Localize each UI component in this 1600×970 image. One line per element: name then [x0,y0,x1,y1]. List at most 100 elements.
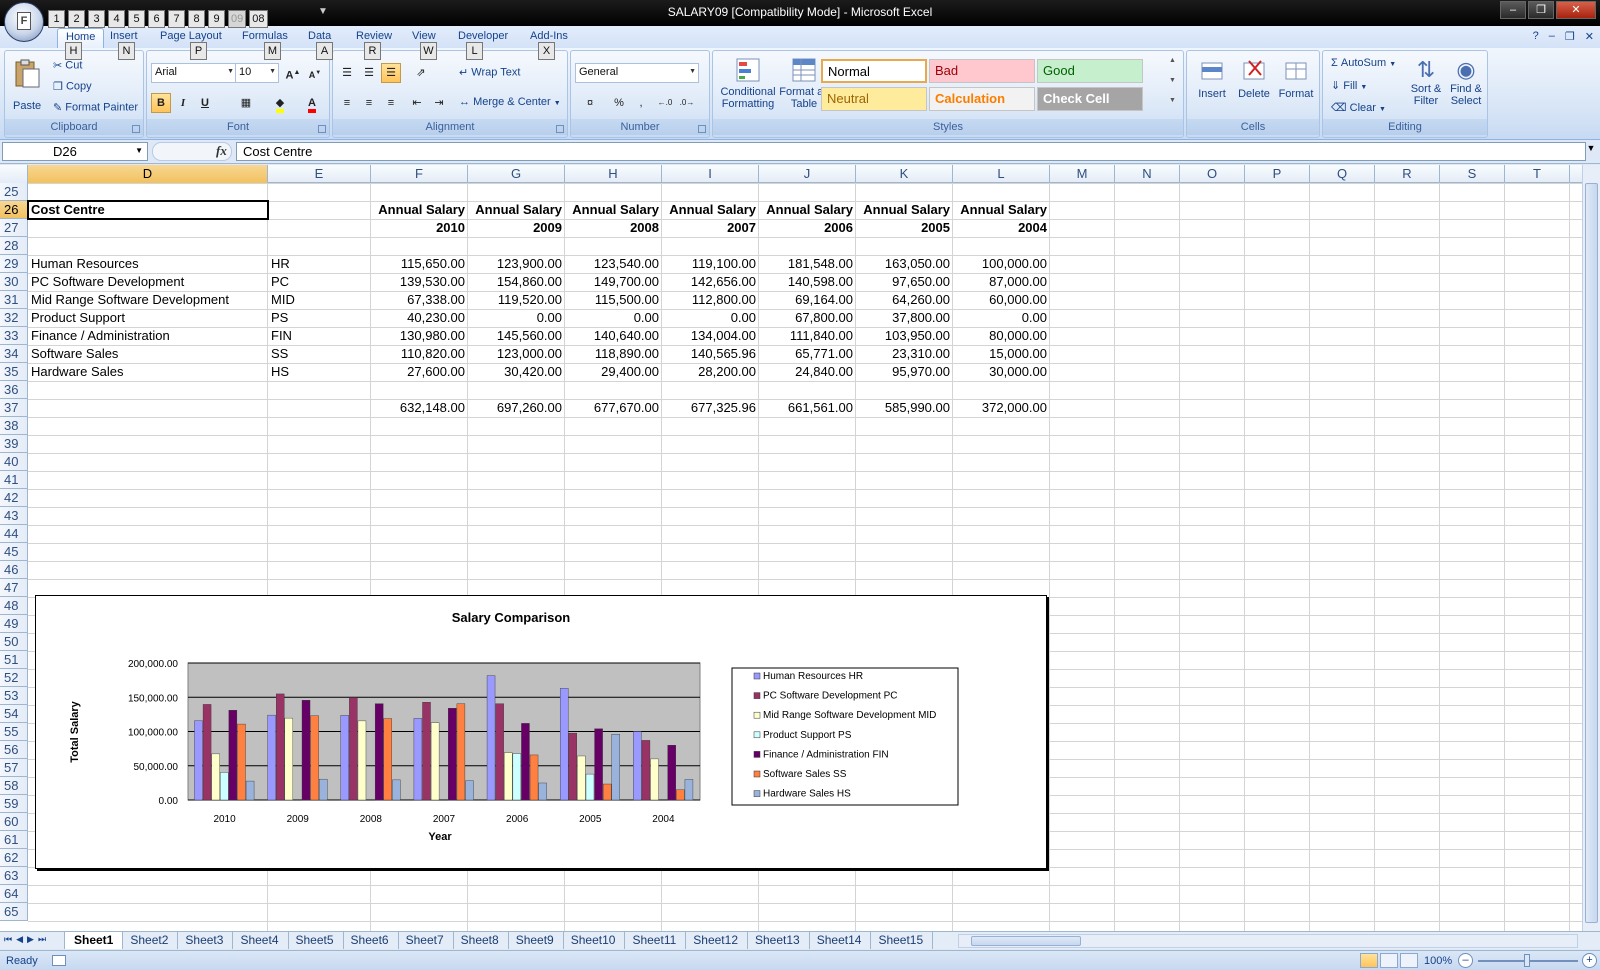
salary-value[interactable]: 67,338.00 [371,291,468,309]
first-sheet-icon[interactable]: ⏮ [4,934,12,945]
column-header-k[interactable]: K [856,165,953,183]
header-annual-salary[interactable]: Annual Salary [856,201,953,219]
row-header-38[interactable]: 38 [0,417,28,435]
sheet-tab[interactable]: Sheet7 [397,932,454,949]
salary-value[interactable]: 181,548.00 [759,255,856,273]
header-year[interactable]: 2004 [953,219,1050,237]
name-box[interactable]: D26 ▼ [2,142,148,161]
tab-page-layout[interactable]: Page Layout [160,30,222,42]
cost-centre-code[interactable]: SS [268,345,371,363]
salary-value[interactable]: 60,000.00 [953,291,1050,309]
salary-value[interactable]: 119,520.00 [468,291,565,309]
column-header-r[interactable]: R [1375,165,1440,183]
macro-record-icon[interactable] [52,955,66,966]
find-select-button[interactable]: ◉ Find & Select [1447,57,1485,107]
salary-value[interactable]: 119,100.00 [662,255,759,273]
cell-d26[interactable]: Cost Centre [28,201,268,219]
row-header-35[interactable]: 35 [0,363,28,381]
column-header-n[interactable]: N [1115,165,1180,183]
column-header-i[interactable]: I [662,165,759,183]
gallery-up-icon[interactable]: ▲ [1169,57,1176,64]
salary-value[interactable]: 110,820.00 [371,345,468,363]
row-header-30[interactable]: 30 [0,273,28,291]
row-header-61[interactable]: 61 [0,831,28,849]
salary-value[interactable]: 40,230.00 [371,309,468,327]
zoom-level[interactable]: 100% [1424,955,1452,967]
cell-style-calculation[interactable]: Calculation [929,87,1035,111]
row-header-31[interactable]: 31 [0,291,28,309]
autosum-button[interactable]: Σ AutoSum ▼ [1331,57,1396,69]
row-header-43[interactable]: 43 [0,507,28,525]
salary-value[interactable]: 111,840.00 [759,327,856,345]
row-header-33[interactable]: 33 [0,327,28,345]
horizontal-scrollbar[interactable] [958,934,1578,948]
row-header-65[interactable]: 65 [0,903,28,921]
sheet-tab[interactable]: Sheet1 [64,932,124,949]
salary-value[interactable]: 30,000.00 [953,363,1050,381]
borders-button[interactable]: ▦ [231,93,261,113]
salary-value[interactable]: 123,540.00 [565,255,662,273]
salary-value[interactable]: 112,800.00 [662,291,759,309]
row-header-42[interactable]: 42 [0,489,28,507]
sheet-tab[interactable]: Sheet4 [231,932,289,949]
tab-developer[interactable]: Developer [458,30,508,42]
row-header-62[interactable]: 62 [0,849,28,867]
ribbon-minimize-icon[interactable]: – [1549,30,1555,43]
horizontal-scroll-thumb[interactable] [971,936,1081,946]
italic-button[interactable]: I [173,93,193,113]
cost-centre-name[interactable]: Mid Range Software Development [28,291,268,309]
increase-decimal-button[interactable]: ←.0 [655,93,675,113]
salary-value[interactable]: 29,400.00 [565,363,662,381]
row-header-54[interactable]: 54 [0,705,28,723]
cost-centre-name[interactable]: Human Resources [28,255,268,273]
header-year[interactable]: 2008 [565,219,662,237]
prev-sheet-icon[interactable]: ◀ [16,934,23,945]
cost-centre-name[interactable]: Product Support [28,309,268,327]
cell-style-normal[interactable]: Normal [821,59,927,83]
sheet-tab[interactable]: Sheet12 [684,932,748,949]
salary-value[interactable]: 149,700.00 [565,273,662,291]
vertical-scroll-thumb[interactable] [1585,183,1598,923]
merge-center-button[interactable]: ↔ Merge & Center ▼ [459,96,561,108]
salary-total[interactable]: 697,260.00 [468,399,565,417]
salary-value[interactable]: 140,598.00 [759,273,856,291]
row-header-53[interactable]: 53 [0,687,28,705]
align-middle-button[interactable]: ☰ [359,63,379,83]
page-layout-view-button[interactable] [1380,953,1398,968]
salary-value[interactable]: 142,656.00 [662,273,759,291]
delete-cells-button[interactable]: Delete [1235,57,1273,100]
zoom-slider-thumb[interactable] [1524,954,1530,967]
bold-button[interactable]: B [151,93,171,113]
ribbon-restore-icon[interactable]: ❐ [1565,30,1575,43]
sheet-tab[interactable]: Sheet10 [562,932,626,949]
salary-value[interactable]: 115,650.00 [371,255,468,273]
help-icon[interactable]: ? [1533,30,1539,43]
worksheet-grid[interactable]: DEFGHIJKLMNOPQRST 25 26 27 28 29 30 31 32 33 34 35… [0,165,1582,931]
salary-value[interactable]: 15,000.00 [953,345,1050,363]
header-annual-salary[interactable]: Annual Salary [953,201,1050,219]
salary-value[interactable]: 115,500.00 [565,291,662,309]
row-header-44[interactable]: 44 [0,525,28,543]
minimize-button[interactable]: – [1500,1,1526,19]
row-header-55[interactable]: 55 [0,723,28,741]
header-year[interactable]: 2009 [468,219,565,237]
row-header-45[interactable]: 45 [0,543,28,561]
wrap-text-button[interactable]: ↵ Wrap Text [459,66,520,79]
salary-value[interactable]: 95,970.00 [856,363,953,381]
sheet-tab[interactable]: Sheet9 [507,932,564,949]
cost-centre-name[interactable]: Hardware Sales [28,363,268,381]
align-center-button[interactable]: ≡ [359,93,379,113]
underline-button[interactable]: U [195,93,215,113]
salary-value[interactable]: 134,004.00 [662,327,759,345]
sheet-tab[interactable]: Sheet15 [869,932,934,949]
salary-value[interactable]: 87,000.00 [953,273,1050,291]
sheet-tab[interactable]: Sheet14 [808,932,872,949]
cost-centre-code[interactable]: FIN [268,327,371,345]
cell-style-bad[interactable]: Bad [929,59,1035,83]
header-annual-salary[interactable]: Annual Salary [662,201,759,219]
header-annual-salary[interactable]: Annual Salary [371,201,468,219]
header-year[interactable]: 2005 [856,219,953,237]
tab-review[interactable]: Review [356,30,392,42]
row-header-60[interactable]: 60 [0,813,28,831]
column-header-j[interactable]: J [759,165,856,183]
